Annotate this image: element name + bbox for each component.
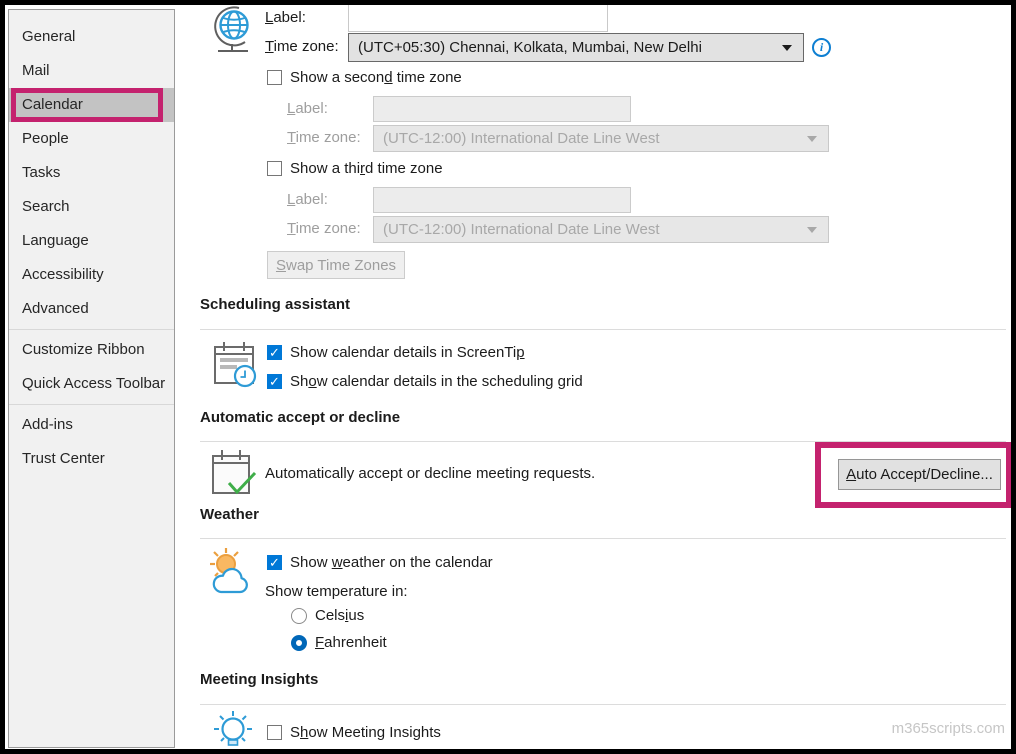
auto-accept-description: Automatically accept or decline meeting … [265,465,596,482]
primary-label-input[interactable] [348,0,608,32]
scheduling-grid-row: Show calendar details in the scheduling … [267,373,583,390]
screentip-row: Show calendar details in ScreenTip [267,344,525,361]
sidebar-item-label: Quick Access Toolbar [22,375,166,392]
swap-time-zones-button: Swap Time Zones [267,251,405,279]
sidebar-item-label: Add-ins [22,416,73,433]
second-timezone-value: (UTC-12:00) International Date Line West [383,130,660,147]
sidebar-separator [9,404,174,405]
section-divider [200,704,1006,705]
second-timezone-row: Show a second time zone [267,69,462,86]
scheduling-assistant-heading: Scheduling assistant [200,296,351,313]
show-third-timezone-checkbox[interactable] [267,161,282,176]
weather-sun-cloud-icon [207,545,259,601]
third-timezone-row: Show a third time zone [267,160,443,177]
section-divider [200,329,1006,330]
meeting-insights-heading: Meeting Insights [200,671,319,688]
sidebar-item-label: Tasks [22,164,61,181]
weather-heading: Weather [200,506,259,523]
show-second-timezone-checkbox[interactable] [267,70,282,85]
fahrenheit-label: Fahrenheit [315,634,387,651]
sidebar-item-label: Customize Ribbon [22,341,145,358]
third-label-field-label: Label: [287,191,328,208]
third-timezone-dropdown: (UTC-12:00) International Date Line West [373,216,829,243]
sidebar-separator [9,329,174,330]
lightbulb-icon [210,709,256,753]
show-third-timezone-label: Show a third time zone [290,160,443,177]
sidebar-item-label: Language [22,232,89,249]
show-weather-row: Show weather on the calendar [267,554,493,571]
celsius-radio[interactable] [291,607,307,624]
sidebar-item-accessibility[interactable]: Accessibility [9,258,174,292]
scheduling-calendar-clock-icon [212,340,260,390]
timezone-field-label: Time zone: [265,38,339,55]
sidebar-item-quick-access-toolbar[interactable]: Quick Access Toolbar [9,367,174,401]
third-timezone-value: (UTC-12:00) International Date Line West [383,221,660,238]
chevron-down-icon [782,44,792,51]
show-second-timezone-label: Show a second time zone [290,69,462,86]
second-timezone-field-label: Time zone: [287,129,361,146]
auto-accept-heading: Automatic accept or decline [200,409,401,426]
sidebar-item-trust-center[interactable]: Trust Center [9,442,174,476]
sidebar-item-label: General [22,28,76,45]
options-sidebar: General Mail Calendar People Tasks Searc… [8,9,175,748]
show-calendar-details-grid-checkbox[interactable] [267,374,282,390]
show-weather-checkbox[interactable] [267,555,282,571]
primary-timezone-dropdown[interactable]: (UTC+05:30) Chennai, Kolkata, Mumbai, Ne… [348,33,804,62]
sidebar-item-label: People [22,130,69,147]
auto-accept-annotation-box [815,442,1012,508]
section-divider [200,538,1006,539]
sidebar-item-label: Calendar [22,96,83,113]
sidebar-item-general[interactable]: General [9,20,174,54]
label-field-label: Label: [265,9,306,26]
sidebar-item-label: Search [22,198,70,215]
celsius-row: Celsius [291,607,364,624]
chevron-down-icon [807,135,817,142]
show-calendar-details-screentip-checkbox[interactable] [267,345,282,361]
primary-timezone-value: (UTC+05:30) Chennai, Kolkata, Mumbai, Ne… [358,39,702,56]
sidebar-item-language[interactable]: Language [9,224,174,258]
second-label-input [373,96,631,122]
screentip-label: Show calendar details in ScreenTip [290,344,525,361]
info-icon[interactable]: i [812,38,831,57]
watermark: m365scripts.com [891,720,1005,737]
fahrenheit-radio[interactable] [291,634,307,651]
third-timezone-field-label: Time zone: [287,220,361,237]
sidebar-item-search[interactable]: Search [9,190,174,224]
second-timezone-dropdown: (UTC-12:00) International Date Line West [373,125,829,152]
temperature-label: Show temperature in: [265,583,408,600]
time-zones-globe-icon [210,4,256,54]
celsius-label: Celsius [315,607,365,624]
sidebar-item-tasks[interactable]: Tasks [9,156,174,190]
scheduling-grid-label: Show calendar details in the scheduling … [290,373,583,390]
chevron-down-icon [807,226,817,233]
second-label-field-label: Label: [287,100,328,117]
sidebar-item-label: Advanced [22,300,89,317]
sidebar-item-label: Mail [22,62,50,79]
show-meeting-insights-checkbox[interactable] [267,725,282,740]
calendar-check-icon [209,447,259,499]
sidebar-item-label: Trust Center [22,450,105,467]
third-label-input [373,187,631,213]
sidebar-item-add-ins[interactable]: Add-ins [9,408,174,442]
show-weather-label: Show weather on the calendar [290,554,493,571]
sidebar-item-label: Accessibility [22,266,104,283]
show-meeting-insights-row: Show Meeting Insights [267,724,441,741]
sidebar-item-calendar[interactable]: Calendar [9,88,174,122]
sidebar-item-mail[interactable]: Mail [9,54,174,88]
sidebar-item-advanced[interactable]: Advanced [9,292,174,326]
show-meeting-insights-label: Show Meeting Insights [290,724,441,741]
sidebar-item-customize-ribbon[interactable]: Customize Ribbon [9,333,174,367]
sidebar-item-people[interactable]: People [9,122,174,156]
fahrenheit-row: Fahrenheit [291,634,387,651]
